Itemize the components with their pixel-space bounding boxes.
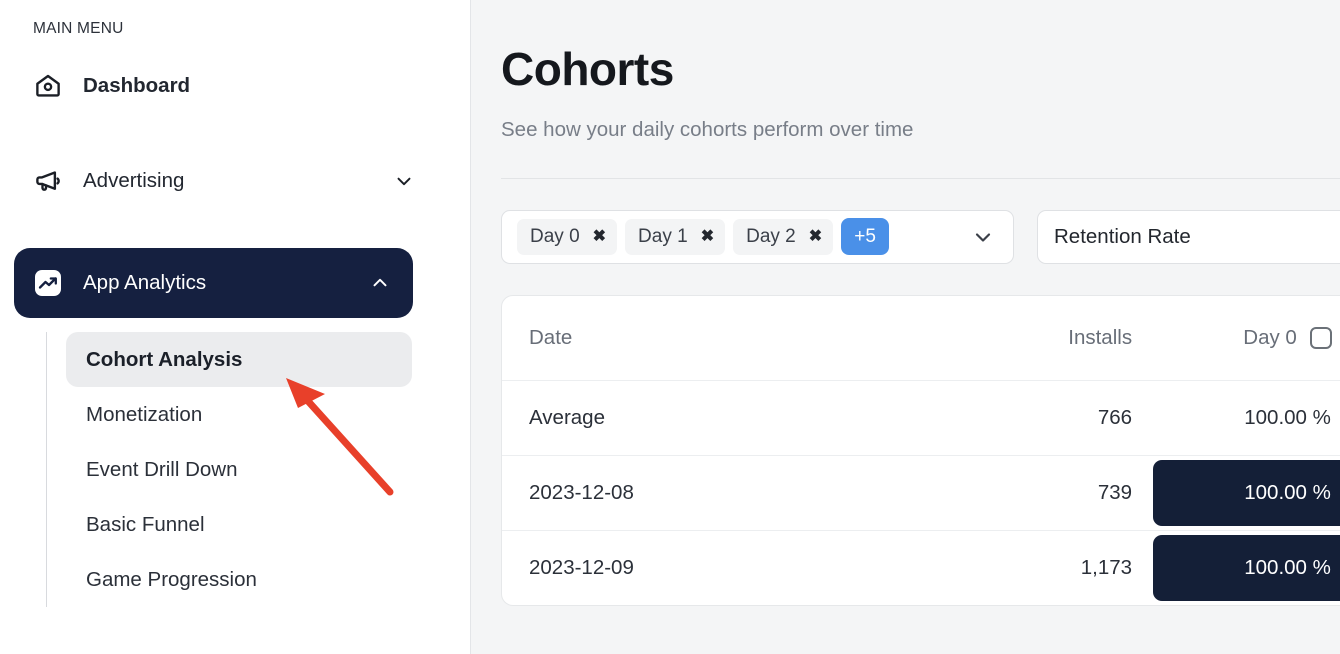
- chevron-down-icon[interactable]: [971, 225, 995, 249]
- day-overflow-badge[interactable]: +5: [841, 218, 890, 256]
- sidebar-item-dashboard[interactable]: Dashboard: [14, 56, 437, 116]
- sidebar-section-label: MAIN MENU: [33, 20, 124, 37]
- cell-day0-value: 100.00 %: [1244, 406, 1331, 430]
- column-header-day0[interactable]: Day 0: [1150, 295, 1340, 382]
- cell-day0-value: 100.00 %: [1153, 460, 1340, 527]
- day-tag[interactable]: Day 2 ✖: [733, 218, 834, 255]
- table-body: Average 766 100.00 % 33.59 % 2023-12-08: [502, 381, 1340, 606]
- page-subtitle: See how your daily cohorts perform over …: [501, 117, 914, 141]
- close-icon[interactable]: ✖: [593, 228, 606, 245]
- sidebar-item-cohort-analysis[interactable]: Cohort Analysis: [66, 332, 412, 387]
- day-tag[interactable]: Day 1 ✖: [625, 218, 726, 255]
- cell-date: Average: [529, 406, 605, 430]
- cohort-table: Date Installs Day 0 Day 1: [502, 295, 1340, 606]
- cell-installs: 1,173: [894, 530, 1151, 606]
- cell-day0: 100.00 %: [1150, 455, 1340, 531]
- day-multi-select[interactable]: Day 0 ✖ Day 1 ✖ Day 2 ✖ +5: [501, 209, 1014, 264]
- cohort-table-card: Date Installs Day 0 Day 1: [501, 294, 1340, 607]
- filters-row: Day 0 ✖ Day 1 ✖ Day 2 ✖ +5 Retention Rat…: [501, 209, 1340, 264]
- cell-installs: 739: [894, 455, 1151, 531]
- chevron-down-icon[interactable]: [393, 170, 415, 192]
- sidebar-item-app-analytics[interactable]: App Analytics: [14, 248, 413, 318]
- sidebar-subitem-label: Game Progression: [86, 567, 257, 591]
- day-tag-label: Day 2: [746, 225, 796, 247]
- column-header-installs[interactable]: Installs: [894, 295, 1151, 382]
- table-row[interactable]: Average 766 100.00 % 33.59 %: [502, 381, 1340, 456]
- column-header-day0-label: Day 0: [1243, 325, 1297, 349]
- sidebar-item-basic-funnel[interactable]: Basic Funnel: [66, 497, 412, 552]
- sidebar-item-monetization[interactable]: Monetization: [66, 387, 412, 442]
- megaphone-icon: [32, 165, 64, 197]
- table-row[interactable]: 2023-12-09 1,173 100.00 % 34.95 %: [502, 530, 1340, 606]
- app-root: MAIN MENU Dashboard Advertising App Anal…: [0, 0, 1340, 654]
- metric-select[interactable]: Retention Rate: [1037, 209, 1340, 264]
- table-row[interactable]: 2023-12-08 739 100.00 % 40.73 %: [502, 455, 1340, 531]
- sidebar-item-label: Dashboard: [83, 74, 191, 97]
- sidebar: MAIN MENU Dashboard Advertising App Anal…: [0, 0, 471, 654]
- sidebar-item-game-progression[interactable]: Game Progression: [66, 552, 412, 607]
- day-tag[interactable]: Day 0 ✖: [517, 218, 618, 255]
- sidebar-item-advertising[interactable]: Advertising: [14, 151, 437, 211]
- cell-day0-value: 100.00 %: [1153, 535, 1340, 602]
- close-icon[interactable]: ✖: [701, 228, 714, 245]
- home-icon: [32, 70, 64, 102]
- sidebar-item-label: Advertising: [83, 169, 185, 192]
- sidebar-subitem-label: Basic Funnel: [86, 512, 205, 536]
- sidebar-subitem-label: Event Drill Down: [86, 457, 238, 481]
- cell-day0: 100.00 %: [1150, 381, 1340, 456]
- main-content: Cohorts See how your daily cohorts perfo…: [471, 0, 1340, 654]
- sidebar-item-label: App Analytics: [83, 271, 207, 294]
- close-icon[interactable]: ✖: [809, 228, 822, 245]
- trend-up-icon: [32, 267, 64, 299]
- column-header-date[interactable]: Date: [502, 295, 895, 382]
- cell-date: 2023-12-08: [502, 455, 895, 531]
- day-tag-label: Day 1: [638, 225, 688, 247]
- sidebar-subitem-label: Monetization: [86, 402, 203, 426]
- sidebar-submenu-app-analytics: Cohort Analysis Monetization Event Drill…: [46, 332, 470, 607]
- metric-select-value: Retention Rate: [1054, 224, 1191, 248]
- page-title: Cohorts: [501, 43, 674, 95]
- table-header: Date Installs Day 0 Day 1: [502, 295, 1340, 382]
- table-header-row: Date Installs Day 0 Day 1: [502, 295, 1340, 382]
- chevron-up-icon[interactable]: [369, 272, 391, 294]
- header-divider: [501, 177, 1340, 179]
- cell-date: 2023-12-09: [502, 530, 895, 606]
- cell-day0: 100.00 %: [1150, 530, 1340, 606]
- cell-installs: 766: [1097, 406, 1133, 430]
- sidebar-item-event-drill-down[interactable]: Event Drill Down: [66, 442, 412, 497]
- sidebar-subitem-label: Cohort Analysis: [86, 347, 243, 371]
- day0-checkbox[interactable]: [1309, 326, 1332, 349]
- day-tag-label: Day 0: [530, 225, 580, 247]
